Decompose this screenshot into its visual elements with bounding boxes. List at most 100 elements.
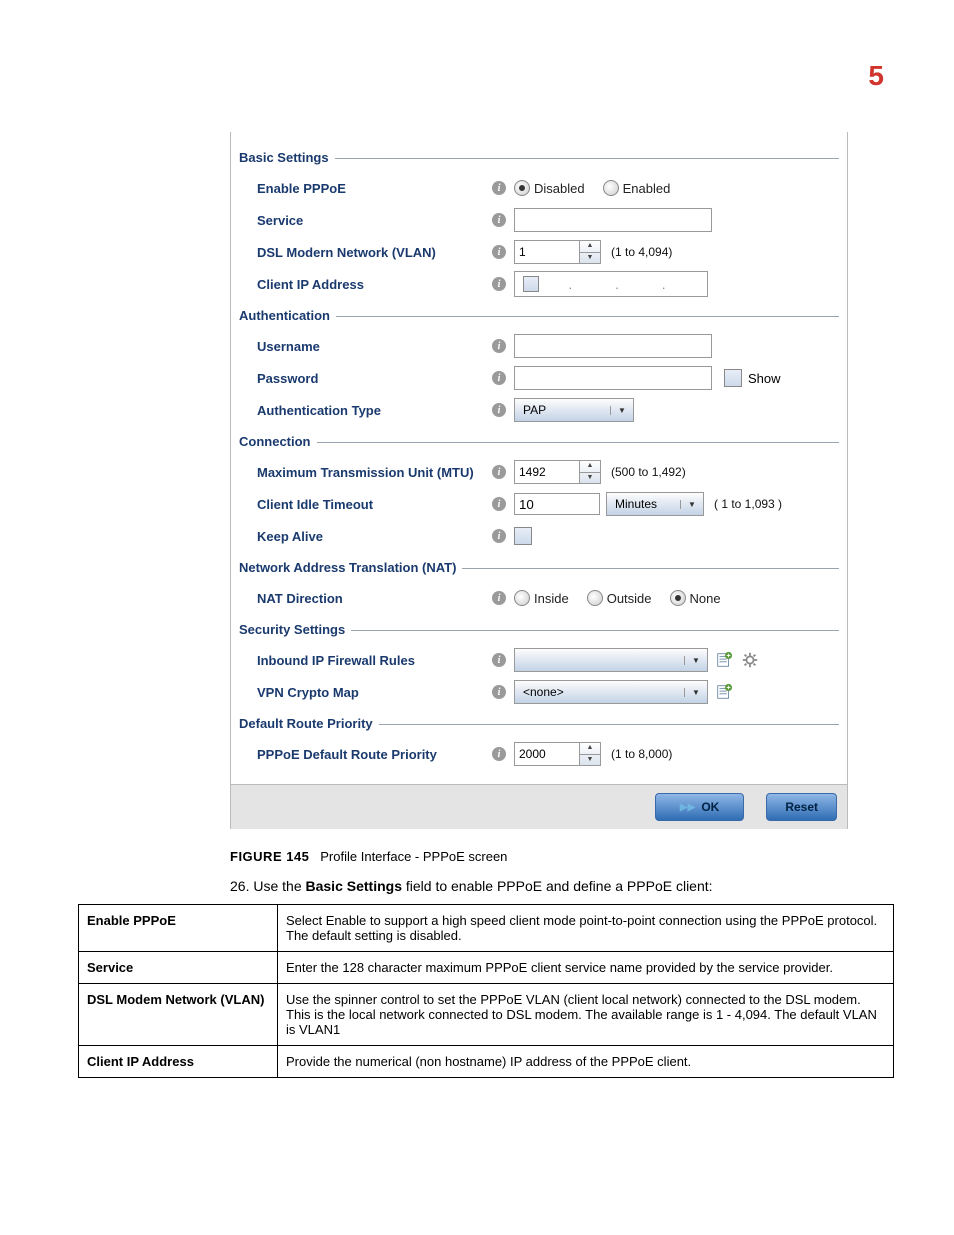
radio-disabled[interactable] [514, 180, 530, 196]
section-nat: Network Address Translation (NAT) [239, 560, 839, 576]
section-title: Connection [239, 434, 317, 449]
vlan-spinner[interactable]: ▲▼ [514, 240, 601, 264]
route-prio-input[interactable] [515, 743, 579, 765]
info-icon[interactable]: i [492, 591, 506, 605]
figure-label: FIGURE 145 [230, 849, 309, 864]
info-icon[interactable]: i [492, 245, 506, 259]
page-number: 5 [70, 60, 884, 92]
vpn-map-value: <none> [515, 685, 684, 699]
info-icon[interactable]: i [492, 339, 506, 353]
client-ip-input[interactable]: ... [514, 271, 708, 297]
spin-up-icon[interactable]: ▲ [580, 241, 600, 253]
radio-inside-label: Inside [534, 591, 569, 606]
info-icon[interactable]: i [492, 529, 506, 543]
radio-outside-label: Outside [607, 591, 652, 606]
section-title: Security Settings [239, 622, 351, 637]
info-icon[interactable]: i [492, 371, 506, 385]
info-icon[interactable]: i [492, 747, 506, 761]
label-auth-type: Authentication Type [239, 403, 492, 418]
label-inbound-fw: Inbound IP Firewall Rules [239, 653, 492, 668]
service-input[interactable] [514, 208, 712, 232]
spin-up-icon[interactable]: ▲ [580, 743, 600, 755]
reset-button[interactable]: Reset [766, 793, 837, 821]
info-icon[interactable]: i [492, 653, 506, 667]
section-connection: Connection [239, 434, 839, 450]
chevron-down-icon: ▼ [610, 406, 633, 415]
route-prio-spinner[interactable]: ▲▼ [514, 742, 601, 766]
cell-desc: Enter the 128 character maximum PPPoE cl… [278, 952, 894, 984]
label-username: Username [239, 339, 492, 354]
chevron-down-icon: ▼ [684, 688, 707, 697]
idle-input[interactable] [514, 493, 600, 515]
auth-type-select[interactable]: PAP ▼ [514, 398, 634, 422]
section-title: Network Address Translation (NAT) [239, 560, 462, 575]
settings-table: Enable PPPoE Select Enable to support a … [78, 904, 894, 1078]
section-basic: Basic Settings [239, 150, 839, 166]
button-bar: ▶▶ OK Reset [231, 784, 847, 829]
info-icon[interactable]: i [492, 277, 506, 291]
label-password: Password [239, 371, 492, 386]
vpn-map-select[interactable]: <none> ▼ [514, 680, 708, 704]
chevron-down-icon: ▼ [680, 500, 703, 509]
inbound-fw-select[interactable]: ▼ [514, 648, 708, 672]
radio-enabled[interactable] [603, 180, 619, 196]
spin-up-icon[interactable]: ▲ [580, 461, 600, 473]
add-map-button[interactable] [714, 682, 734, 702]
radio-outside[interactable] [587, 590, 603, 606]
table-row: DSL Modem Network (VLAN) Use the spinner… [79, 984, 894, 1046]
ip-checkbox[interactable] [523, 276, 539, 292]
auth-type-value: PAP [515, 403, 610, 417]
label-dsl-vlan: DSL Modern Network (VLAN) [239, 245, 492, 260]
section-auth: Authentication [239, 308, 839, 324]
info-icon[interactable]: i [492, 181, 506, 195]
mtu-input[interactable] [515, 461, 579, 483]
label-idle: Client Idle Timeout [239, 497, 492, 512]
settings-panel: Basic Settings Enable PPPoE i Disabled E… [230, 132, 848, 829]
radio-none[interactable] [670, 590, 686, 606]
idle-unit-value: Minutes [607, 497, 680, 511]
label-vpn-map: VPN Crypto Map [239, 685, 492, 700]
info-icon[interactable]: i [492, 213, 506, 227]
idle-unit-select[interactable]: Minutes ▼ [606, 492, 704, 516]
cell-desc: Provide the numerical (non hostname) IP … [278, 1046, 894, 1078]
figure-title: Profile Interface - PPPoE screen [320, 849, 507, 864]
ok-button[interactable]: ▶▶ OK [655, 793, 744, 821]
info-icon[interactable]: i [492, 497, 506, 511]
section-title: Authentication [239, 308, 336, 323]
cell-desc: Select Enable to support a high speed cl… [278, 905, 894, 952]
label-service: Service [239, 213, 492, 228]
spin-down-icon[interactable]: ▼ [580, 253, 600, 264]
table-row: Service Enter the 128 character maximum … [79, 952, 894, 984]
radio-disabled-label: Disabled [534, 181, 585, 196]
vlan-input[interactable] [515, 241, 579, 263]
info-icon[interactable]: i [492, 403, 506, 417]
radio-none-label: None [690, 591, 721, 606]
show-label: Show [748, 371, 781, 386]
label-client-ip: Client IP Address [239, 277, 492, 292]
cell-heading: Service [79, 952, 278, 984]
chevron-down-icon: ▼ [684, 656, 707, 665]
spin-down-icon[interactable]: ▼ [580, 755, 600, 766]
mtu-hint: (500 to 1,492) [611, 465, 686, 479]
route-hint: (1 to 8,000) [611, 747, 672, 761]
radio-inside[interactable] [514, 590, 530, 606]
cell-heading: DSL Modem Network (VLAN) [79, 984, 278, 1046]
info-icon[interactable]: i [492, 685, 506, 699]
section-title: Basic Settings [239, 150, 335, 165]
info-icon[interactable]: i [492, 465, 506, 479]
spin-down-icon[interactable]: ▼ [580, 473, 600, 484]
section-route: Default Route Priority [239, 716, 839, 732]
password-input[interactable] [514, 366, 712, 390]
keep-alive-checkbox[interactable] [514, 527, 532, 545]
label-nat-dir: NAT Direction [239, 591, 492, 606]
username-input[interactable] [514, 334, 712, 358]
label-enable-pppoe: Enable PPPoE [239, 181, 492, 196]
cell-desc: Use the spinner control to set the PPPoE… [278, 984, 894, 1046]
add-rule-button[interactable] [714, 650, 734, 670]
show-password-checkbox[interactable] [724, 369, 742, 387]
gear-icon[interactable] [740, 650, 760, 670]
table-row: Enable PPPoE Select Enable to support a … [79, 905, 894, 952]
radio-enabled-label: Enabled [623, 181, 671, 196]
mtu-spinner[interactable]: ▲▼ [514, 460, 601, 484]
label-route-prio: PPPoE Default Route Priority [239, 747, 492, 762]
